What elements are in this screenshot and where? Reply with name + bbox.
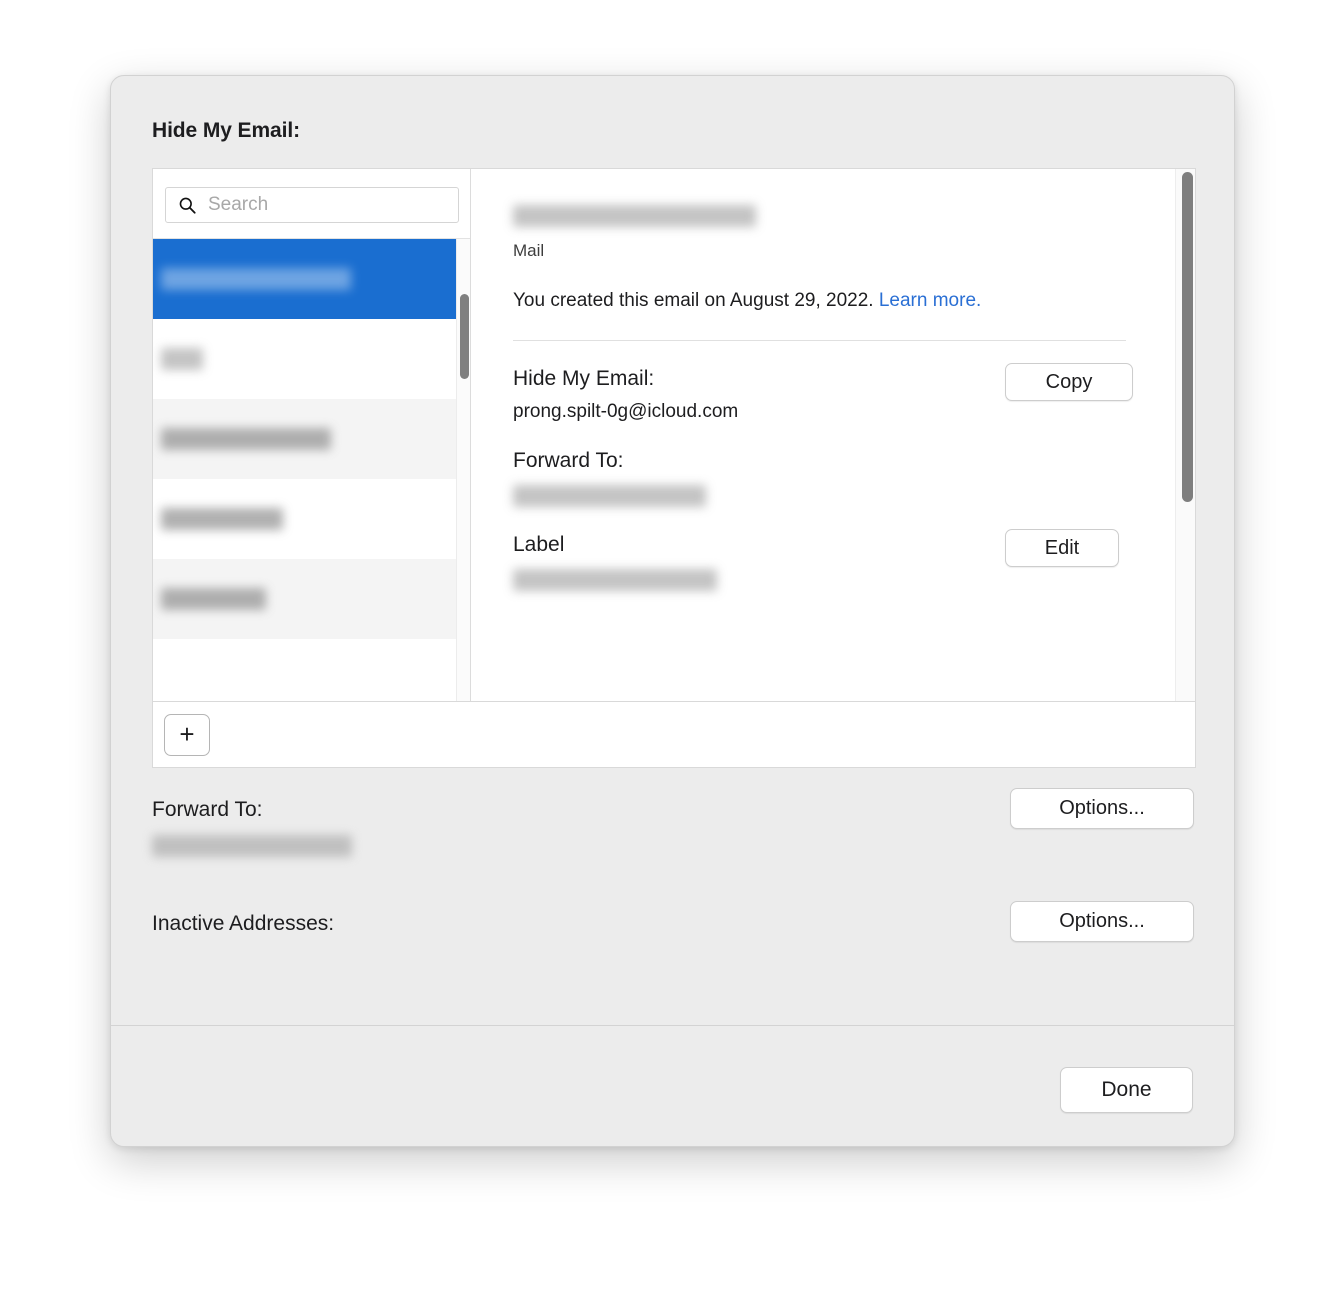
list-item[interactable] [153,479,470,559]
hide-my-email-field: Hide My Email: prong.spilt-0g@icloud.com… [513,362,1133,423]
detail-label-field: Label Edit [513,528,1119,591]
scrollbar-thumb[interactable] [1182,172,1193,502]
forward-to-options-button[interactable]: Options... [1010,788,1194,829]
redacted-alias [161,588,266,610]
redacted-forward-to-address [152,835,352,857]
list-toolbar: + [152,702,1196,768]
search-placeholder: Search [208,194,269,215]
search-icon [179,197,196,214]
footer-divider [111,1025,1234,1026]
inactive-addresses-options-button[interactable]: Options... [1010,901,1194,942]
inactive-addresses-setting: Inactive Addresses: Options... [152,901,1196,942]
list-item[interactable] [153,319,470,399]
alias-list-scrollbar[interactable] [456,239,470,701]
done-button[interactable]: Done [1060,1067,1193,1113]
detail-scrollbar[interactable] [1175,169,1195,701]
redacted-label-value [513,568,717,591]
redacted-alias [161,348,203,370]
search-bar: Search [153,169,470,239]
redacted-forward-to-value [513,484,706,507]
alias-detail-column: Mail You created this email on August 29… [472,169,1195,701]
redacted-alias [161,428,331,450]
detail-created-text: You created this email on August 29, 202… [513,289,1162,314]
page-title: Hide My Email: [152,119,300,142]
redacted-alias [161,508,283,530]
content-panel: Search Mail You created this email on Au… [152,168,1196,702]
scrollbar-thumb[interactable] [460,294,469,379]
hide-my-email-value: prong.spilt-0g@icloud.com [513,400,739,422]
alias-list-column: Search [153,169,471,701]
redacted-detail-alias [513,205,756,227]
detail-divider [513,339,1126,341]
alias-list[interactable] [153,239,470,701]
redacted-alias [161,268,351,290]
created-sentence: You created this email on August 29, 202… [513,290,874,311]
search-input[interactable]: Search [165,187,459,223]
list-item[interactable] [153,639,470,701]
detail-forward-to-label: Forward To: [513,448,624,472]
detail-forward-to-field: Forward To: [513,449,1118,507]
list-item[interactable] [153,559,470,639]
detail-app-name: Mail [513,241,545,260]
list-item[interactable] [153,399,470,479]
copy-button[interactable]: Copy [1005,362,1133,401]
learn-more-link[interactable]: Learn more. [879,290,981,311]
add-address-button[interactable]: + [164,714,210,756]
edit-button[interactable]: Edit [1005,528,1119,567]
list-item[interactable] [153,239,470,319]
hide-my-email-dialog: Hide My Email: Search Mail You created t… [110,75,1235,1147]
forward-to-setting: Forward To: Options... [152,788,1196,857]
